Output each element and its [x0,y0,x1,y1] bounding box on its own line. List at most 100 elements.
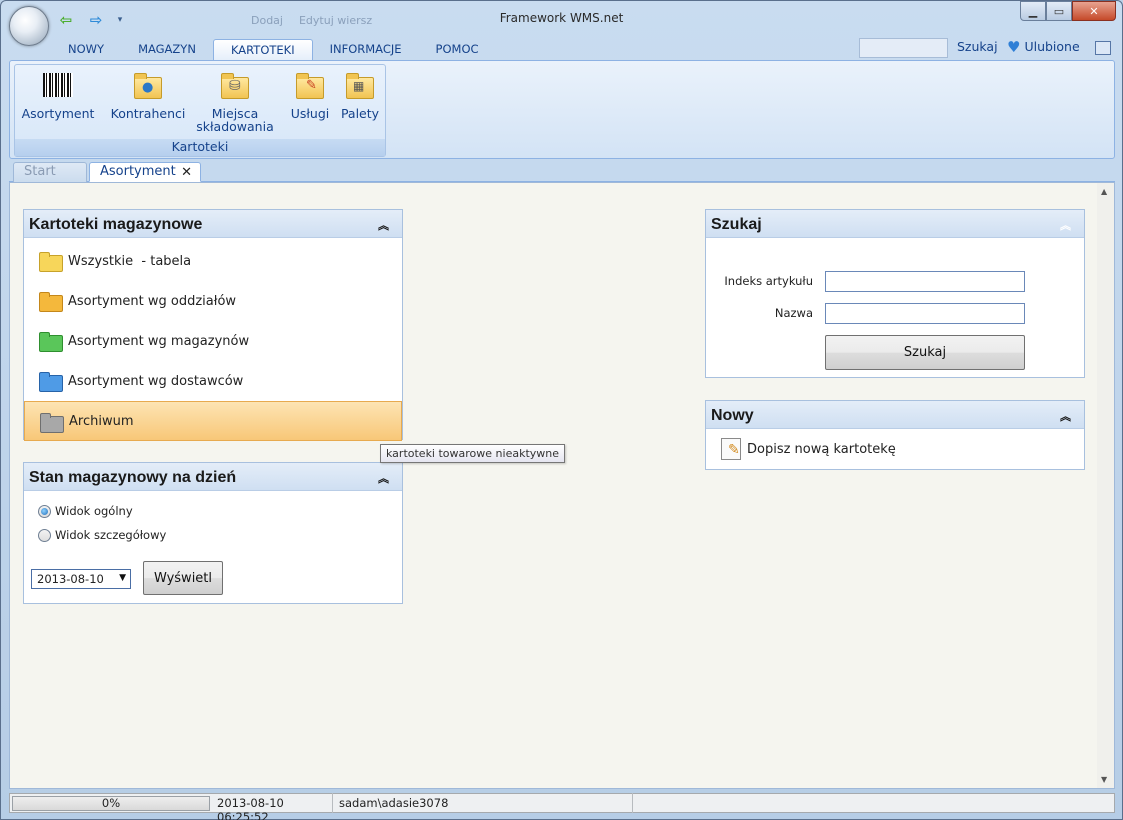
kartoteki-panel-title: Kartoteki magazynowe [29,216,203,233]
date-value: 2013-08-10 [37,572,104,586]
status-datetime: 2013-08-10 06:25:52 [213,793,333,820]
stan-panel-title: Stan magazynowy na dzień [29,469,237,486]
document-tabs: Start Asortyment ✕ [9,161,1115,182]
radio-label: Widok szczegółowy [55,528,167,542]
new-panel-header: Nowy ︽ [706,401,1084,429]
list-item-label: Wszystkie - tabela [68,253,192,269]
tab-kartoteki[interactable]: KARTOTEKI [212,39,313,61]
tab-informacje[interactable]: INFORMACJE [313,39,419,61]
list-item-label: Archiwum [69,413,134,429]
folder-pencil-icon: ✎ [296,73,324,99]
ribbon-panel: Asortyment ● Kontrahenci ⛁ Miejsca skład… [9,60,1115,159]
minimize-ribbon-icon[interactable] [1095,41,1111,55]
ribbon-palety-button[interactable]: ▦ Palety [337,69,383,120]
list-item-wszystkie[interactable]: Wszystkie - tabela [24,241,402,281]
doc-tab-asortyment[interactable]: Asortyment ✕ [89,162,201,182]
tab-pomoc[interactable]: POMOC [419,39,496,61]
folder-green-icon [39,332,63,352]
ribbon-group-kartoteki: Asortyment ● Kontrahenci ⛁ Miejsca skład… [14,64,386,157]
ribbon-asortyment-label: Asortyment [21,106,95,121]
list-item-label: Asortyment wg magazynów [68,333,250,349]
kartoteki-panel: Kartoteki magazynowe ︽ Wszystkie - tabel… [23,209,403,441]
folder-gray-icon [40,413,64,433]
name-input[interactable] [825,303,1025,324]
stan-panel: Stan magazynowy na dzień ︽ Widok ogólny … [23,462,403,604]
ribbon-kontrahenci-label: Kontrahenci [110,106,186,121]
progress-bar: 0% [12,795,210,811]
collapse-icon[interactable]: ︽ [1060,217,1071,233]
new-card-link[interactable]: ✎ Dopisz nową kartotekę [706,429,1084,460]
document-edit-icon: ✎ [721,438,741,460]
top-search-input[interactable] [859,38,948,58]
list-item-label: Asortyment wg dostawców [68,373,244,389]
main-content: ▲ ▼ Kartoteki magazynowe ︽ Wszystkie - t… [9,182,1115,789]
folder-database-icon: ⛁ [221,73,249,99]
tooltip: kartoteki towarowe nieaktywne [380,444,566,463]
collapse-icon[interactable]: ︽ [378,217,389,233]
status-user: sadam\adasie3078 [333,793,633,813]
search-panel-title: Szukaj [711,216,762,233]
dropdown-arrow-icon: ▼ [119,573,126,583]
window-controls: ▁ ▭ ✕ [1020,1,1116,21]
status-bar: 0% 2013-08-10 06:25:52 sadam\adasie3078 [9,793,1115,820]
window-title: Framework WMS.net [499,11,624,25]
ribbon-tabs: NOWY MAGAZYN KARTOTEKI INFORMACJE POMOC [51,39,496,61]
scroll-up-icon[interactable]: ▲ [1101,187,1107,196]
collapse-icon[interactable]: ︽ [378,470,389,486]
top-search-button[interactable]: Szukaj [957,39,998,54]
tab-nowy[interactable]: NOWY [51,39,121,61]
vertical-scrollbar[interactable]: ▲ ▼ [1097,183,1114,788]
index-label: Indeks artykułu [724,274,813,288]
maximize-icon: ▭ [1053,4,1065,18]
close-button[interactable]: ✕ [1072,1,1116,21]
tab-magazyn[interactable]: MAGAZYN [121,39,213,61]
ribbon-kontrahenci-button[interactable]: ● Kontrahenci [108,69,188,120]
radio-unchecked-icon [38,528,51,542]
app-window: ⇦ ⇨ ▾ Dodaj Edytuj wiersz Framework WMS.… [0,0,1123,820]
ribbon-miejsca-button[interactable]: ⛁ Miejsca składowania [195,69,275,133]
kartoteki-panel-header: Kartoteki magazynowe ︽ [24,210,402,238]
ribbon-miejsca-label-2: składowania [196,119,274,134]
name-label: Nazwa [774,306,813,320]
radio-checked-icon [38,504,51,518]
ribbon-uslugi-button[interactable]: ✎ Usługi [285,69,335,120]
wyswietl-button[interactable]: Wyświetl [143,561,223,595]
ribbon-asortyment-button[interactable]: Asortyment [21,69,95,120]
favorites-button[interactable]: ♥ Ulubione [1007,39,1080,54]
barcode-icon [43,73,73,97]
minimize-icon: ▁ [1028,4,1038,18]
search-panel: Szukaj ︽ Indeks artykułu Nazwa Szukaj [705,209,1085,378]
scroll-down-icon[interactable]: ▼ [1101,775,1107,784]
ribbon-palety-label: Palety [340,106,380,121]
date-picker[interactable]: 2013-08-10 ▼ [31,569,131,589]
new-card-label: Dopisz nową kartotekę [747,441,896,457]
doc-tab-start[interactable]: Start [13,162,87,182]
list-item-oddzialy[interactable]: Asortyment wg oddziałów [24,281,402,321]
radio-widok-szczegolowy[interactable]: Widok szczegółowy [38,523,402,547]
list-item-dostawcy[interactable]: Asortyment wg dostawców [24,361,402,401]
folder-blue-icon [39,372,63,392]
search-button[interactable]: Szukaj [825,335,1025,370]
favorites-label: Ulubione [1024,39,1080,54]
new-panel: Nowy ︽ ✎ Dopisz nową kartotekę [705,400,1085,470]
radio-widok-ogolny[interactable]: Widok ogólny [38,499,402,523]
collapse-icon[interactable]: ︽ [1060,408,1071,424]
stan-panel-header: Stan magazynowy na dzień ︽ [24,463,402,491]
list-item-archiwum[interactable]: Archiwum [24,401,402,441]
minimize-button[interactable]: ▁ [1020,1,1046,21]
doc-tab-asortyment-label: Asortyment [100,164,176,179]
folder-yellow-icon [39,252,63,272]
index-input[interactable] [825,271,1025,292]
maximize-button[interactable]: ▭ [1046,1,1072,21]
list-item-label: Asortyment wg oddziałów [68,293,237,309]
list-item-magazyny[interactable]: Asortyment wg magazynów [24,321,402,361]
progress-text: 0% [101,795,121,810]
ribbon-group-label: Kartoteki [15,139,385,156]
ribbon-uslugi-label: Usługi [290,106,330,121]
new-panel-title: Nowy [711,407,754,424]
radio-label: Widok ogólny [55,504,133,518]
close-tab-icon[interactable]: ✕ [181,165,192,180]
search-panel-header: Szukaj ︽ [706,210,1084,238]
close-icon: ✕ [1089,4,1099,18]
folder-pallet-icon: ▦ [346,73,374,99]
